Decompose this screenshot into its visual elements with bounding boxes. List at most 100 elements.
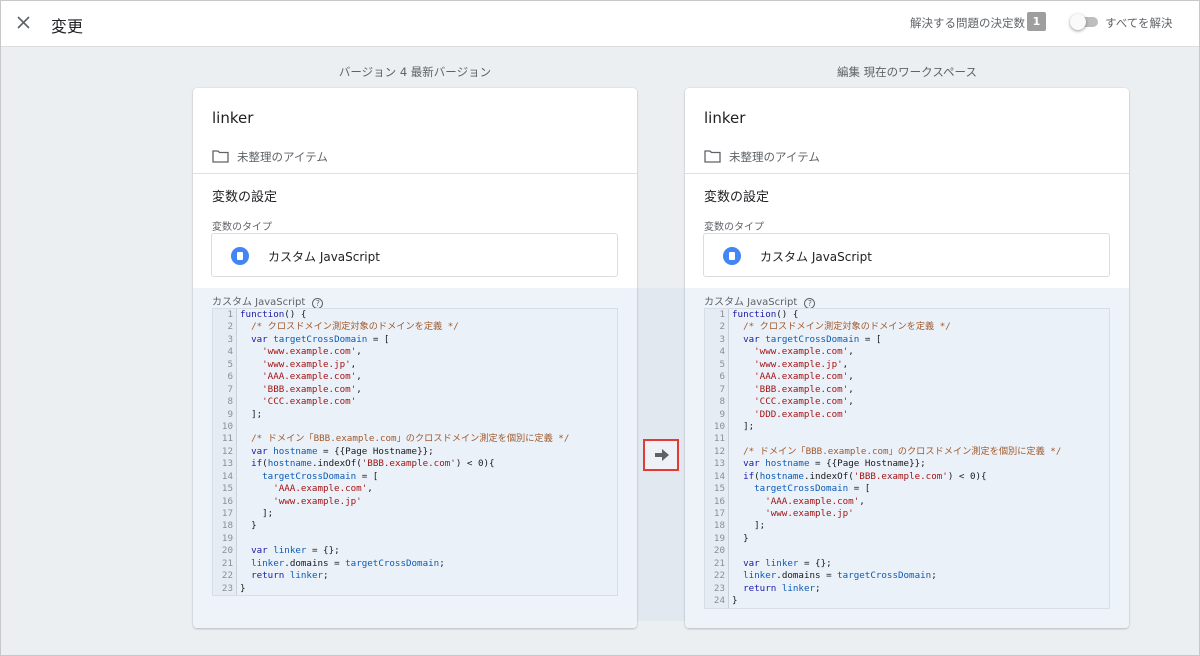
code-line: 1 function() { bbox=[213, 309, 617, 322]
line-number: 23 bbox=[705, 582, 729, 596]
code-text: targetCrossDomain = [ bbox=[262, 470, 379, 482]
line-number: 16 bbox=[213, 495, 237, 508]
code-line: 10 ]; bbox=[705, 420, 1109, 434]
code-line: 12 var hostname = {{Page Hostname}}; bbox=[213, 445, 617, 459]
code-text: } bbox=[240, 520, 257, 532]
custom-javascript-icon bbox=[723, 247, 741, 265]
line-number: 17 bbox=[705, 508, 729, 521]
variable-type-selector[interactable]: カスタム JavaScript bbox=[211, 233, 618, 277]
code-text: 'www.example.com', bbox=[754, 346, 854, 358]
line-number: 19 bbox=[705, 532, 729, 546]
code-text: 'www.example.jp', bbox=[262, 358, 357, 370]
code-line: 16 'www.example.jp' bbox=[213, 495, 617, 508]
code-text: 'AAA.example.com', bbox=[765, 495, 865, 507]
code-text: ]; bbox=[732, 420, 755, 432]
code-line: 15 targetCrossDomain = [ bbox=[705, 483, 1109, 496]
code-caption: カスタム JavaScript? bbox=[212, 293, 324, 309]
code-text: /* ドメイン「BBB.example.com」のクロスドメイン測定を個別に定義… bbox=[743, 445, 1062, 457]
line-number: 9 bbox=[705, 408, 729, 421]
custom-javascript-icon bbox=[231, 247, 249, 265]
code-text: /* クロスドメイン測定対象のドメインを定義 */ bbox=[743, 321, 951, 333]
line-number: 14 bbox=[705, 470, 729, 484]
code-line: 15 'AAA.example.com', bbox=[213, 483, 617, 496]
code-line: 9 ]; bbox=[213, 408, 617, 421]
line-number: 2 bbox=[213, 321, 237, 334]
apply-change-button[interactable] bbox=[643, 439, 679, 471]
code-text: var targetCrossDomain = [ bbox=[251, 333, 390, 345]
code-line: 14 targetCrossDomain = [ bbox=[213, 470, 617, 484]
close-button[interactable] bbox=[13, 12, 35, 34]
code-line: 20 bbox=[705, 545, 1109, 558]
variable-type-selector[interactable]: カスタム JavaScript bbox=[703, 233, 1110, 277]
code-line: 21 linker.domains = targetCrossDomain; bbox=[213, 557, 617, 571]
code-line: 10 bbox=[213, 420, 617, 434]
line-number: 10 bbox=[705, 420, 729, 434]
line-number: 6 bbox=[213, 371, 237, 384]
code-line: 2 /* クロスドメイン測定対象のドメインを定義 */ bbox=[705, 321, 1109, 334]
section-title: 変数の設定 bbox=[212, 190, 278, 205]
code-line: 22 return linker; bbox=[213, 570, 617, 583]
code-line: 18 } bbox=[213, 520, 617, 533]
line-number: 1 bbox=[213, 309, 237, 322]
line-number: 14 bbox=[213, 470, 237, 484]
line-number: 11 bbox=[705, 433, 729, 446]
line-number: 7 bbox=[213, 383, 237, 397]
code-section: カスタム JavaScript? 1 function() {2 /* クロスドメ… bbox=[685, 288, 1129, 628]
line-number: 3 bbox=[705, 333, 729, 347]
line-number: 6 bbox=[705, 371, 729, 384]
line-number: 12 bbox=[705, 445, 729, 459]
code-editor[interactable]: 1 function() {2 /* クロスドメイン測定対象のドメインを定義 */… bbox=[704, 308, 1110, 609]
line-number: 13 bbox=[213, 458, 237, 471]
line-number: 8 bbox=[213, 396, 237, 409]
line-number: 10 bbox=[213, 420, 237, 434]
code-caption: カスタム JavaScript? bbox=[704, 293, 816, 309]
section-title: 変数の設定 bbox=[704, 190, 770, 205]
code-editor[interactable]: 1 function() {2 /* クロスドメイン測定対象のドメインを定義 */… bbox=[212, 308, 618, 597]
line-number: 20 bbox=[705, 545, 729, 558]
code-text: var targetCrossDomain = [ bbox=[743, 333, 882, 345]
line-number: 7 bbox=[705, 383, 729, 397]
code-text: var hostname = {{Page Hostname}}; bbox=[743, 458, 926, 470]
line-number: 15 bbox=[705, 483, 729, 496]
code-text: /* クロスドメイン測定対象のドメインを定義 */ bbox=[251, 321, 459, 333]
code-section: カスタム JavaScript? 1 function() {2 /* クロスドメ… bbox=[193, 288, 637, 628]
line-number: 16 bbox=[705, 495, 729, 508]
line-number: 11 bbox=[213, 433, 237, 446]
card-divider bbox=[685, 173, 1129, 174]
code-line: 11 bbox=[705, 433, 1109, 446]
code-line: 16 'AAA.example.com', bbox=[705, 495, 1109, 508]
line-number: 17 bbox=[213, 508, 237, 521]
line-number: 15 bbox=[213, 483, 237, 496]
line-number: 22 bbox=[213, 570, 237, 583]
code-text: linker.domains = targetCrossDomain; bbox=[743, 570, 937, 582]
code-line: 22 linker.domains = targetCrossDomain; bbox=[705, 570, 1109, 583]
code-text: 'AAA.example.com', bbox=[754, 371, 854, 383]
variable-type-label: カスタム JavaScript bbox=[760, 250, 872, 264]
page-title: 変更 bbox=[51, 17, 84, 36]
folder-icon bbox=[704, 150, 721, 163]
line-number: 19 bbox=[213, 532, 237, 546]
code-text: return linker; bbox=[251, 570, 329, 582]
code-line: 5 'www.example.jp', bbox=[705, 358, 1109, 372]
code-line: 3 var targetCrossDomain = [ bbox=[213, 333, 617, 347]
code-text: 'CCC.example.com' bbox=[262, 396, 357, 408]
line-number: 4 bbox=[705, 346, 729, 359]
code-line: 23 return linker; bbox=[705, 582, 1109, 596]
code-text: 'CCC.example.com', bbox=[754, 396, 854, 408]
code-line: 12 /* ドメイン「BBB.example.com」のクロスドメイン測定を個別… bbox=[705, 445, 1109, 459]
line-number: 13 bbox=[705, 458, 729, 471]
code-text: 'DDD.example.com' bbox=[754, 408, 849, 420]
code-text: 'www.example.jp' bbox=[273, 495, 362, 507]
code-text: 'AAA.example.com', bbox=[262, 371, 362, 383]
variable-type-caption: 変数のタイプ bbox=[704, 222, 764, 233]
code-line: 6 'AAA.example.com', bbox=[705, 371, 1109, 384]
close-icon bbox=[17, 16, 30, 29]
line-number: 3 bbox=[213, 333, 237, 347]
code-line: 14 if(hostname.indexOf('BBB.example.com'… bbox=[705, 470, 1109, 484]
code-text: ]; bbox=[732, 520, 766, 532]
resolve-all-label: すべてを解決 bbox=[1105, 16, 1173, 30]
resolve-all-toggle[interactable] bbox=[1070, 14, 1098, 30]
code-text: 'AAA.example.com', bbox=[273, 483, 373, 495]
